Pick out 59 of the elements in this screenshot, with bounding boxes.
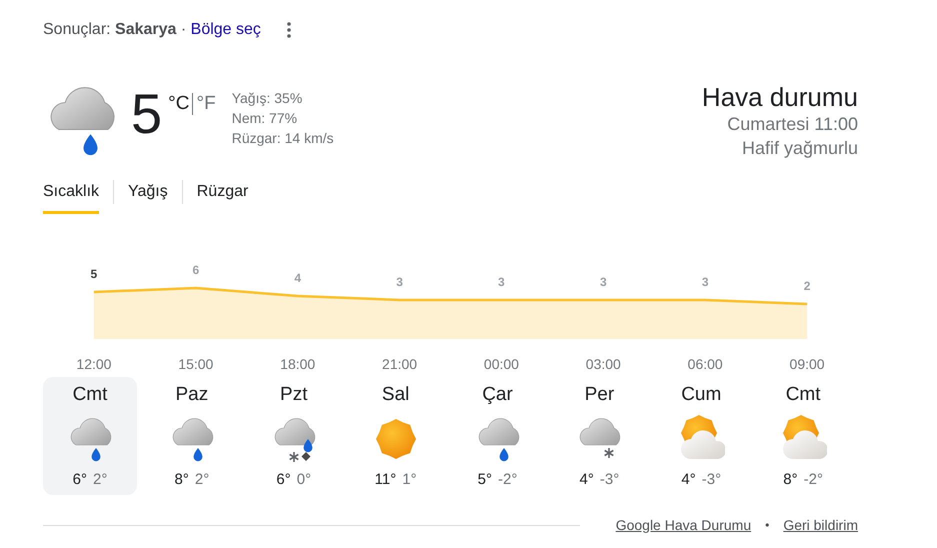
high-temperature: 4° [681,470,696,490]
unit-toggle[interactable]: °C [168,90,190,118]
footer-link[interactable]: Geri bildirim [783,514,858,536]
low-temperature: -2° [498,470,518,490]
day-label: Cum [681,383,722,407]
time-label: 06:00 [688,355,723,374]
day-label: Paz [176,383,208,407]
weather-title: Hava durumu [702,82,858,112]
unit-toggle[interactable]: °F [196,90,216,118]
tab[interactable]: Sıcaklık [43,178,100,214]
data-label: 3 [498,275,505,289]
separator-dot: • [765,517,770,534]
data-label: 2 [804,279,810,293]
high-temperature: 4° [580,470,594,490]
low-temperature: -2° [804,470,823,490]
low-temperature: 2° [93,470,108,490]
tab[interactable]: Yağış [128,178,168,214]
temperature-value: 5 [131,86,162,142]
time-label: 12:00 [76,355,112,374]
date-time-text: Cumartesi 11:00 [727,113,858,136]
time-label: 21:00 [382,355,418,374]
high-temperature: 5° [478,470,492,490]
tab[interactable]: Rüzgar [196,178,248,214]
high-temperature: 8° [783,470,798,490]
data-label: 3 [702,275,709,289]
low-temperature: 0° [296,470,312,490]
low-temperature: 1° [402,470,417,490]
day-label: Cmt [72,383,108,407]
detail-text: Rüzgar: 14 km/s [232,129,334,148]
footer-link[interactable]: Google Hava Durumu [616,514,752,536]
data-label: 6 [192,263,200,277]
day-label: Cmt [786,383,821,407]
time-label: 15:00 [178,355,214,374]
more-options-icon[interactable] [286,22,291,38]
day-label: Pzt [280,383,308,407]
high-temperature: 11° [374,470,396,490]
detail-text: Yağış: 35% [232,89,304,108]
time-label: 03:00 [586,355,621,374]
data-label: 4 [294,271,302,285]
day-label: Sal [382,383,410,407]
low-temperature: 2° [194,470,210,490]
location-text: Sonuçlar: Sakarya · Bölge seç [43,20,261,40]
data-label: 5 [90,267,98,281]
day-label: Per [584,383,614,407]
data-label: 3 [396,275,403,289]
high-temperature: 8° [174,470,189,490]
low-temperature: -3° [702,470,722,490]
time-label: 00:00 [484,355,519,374]
high-temperature: 6° [72,470,87,490]
condition-text: Hafif yağmurlu [742,137,858,160]
region-link[interactable]: Bölge seç [190,21,261,38]
time-label: 09:00 [790,355,825,374]
day-label: Çar [482,383,513,407]
detail-text: Nem: 77% [232,109,298,128]
time-label: 18:00 [280,355,316,374]
day-card[interactable]: Cmt 6° 2° [43,377,137,495]
low-temperature: -3° [600,470,620,490]
high-temperature: 6° [276,470,291,490]
data-label: 3 [600,275,607,289]
